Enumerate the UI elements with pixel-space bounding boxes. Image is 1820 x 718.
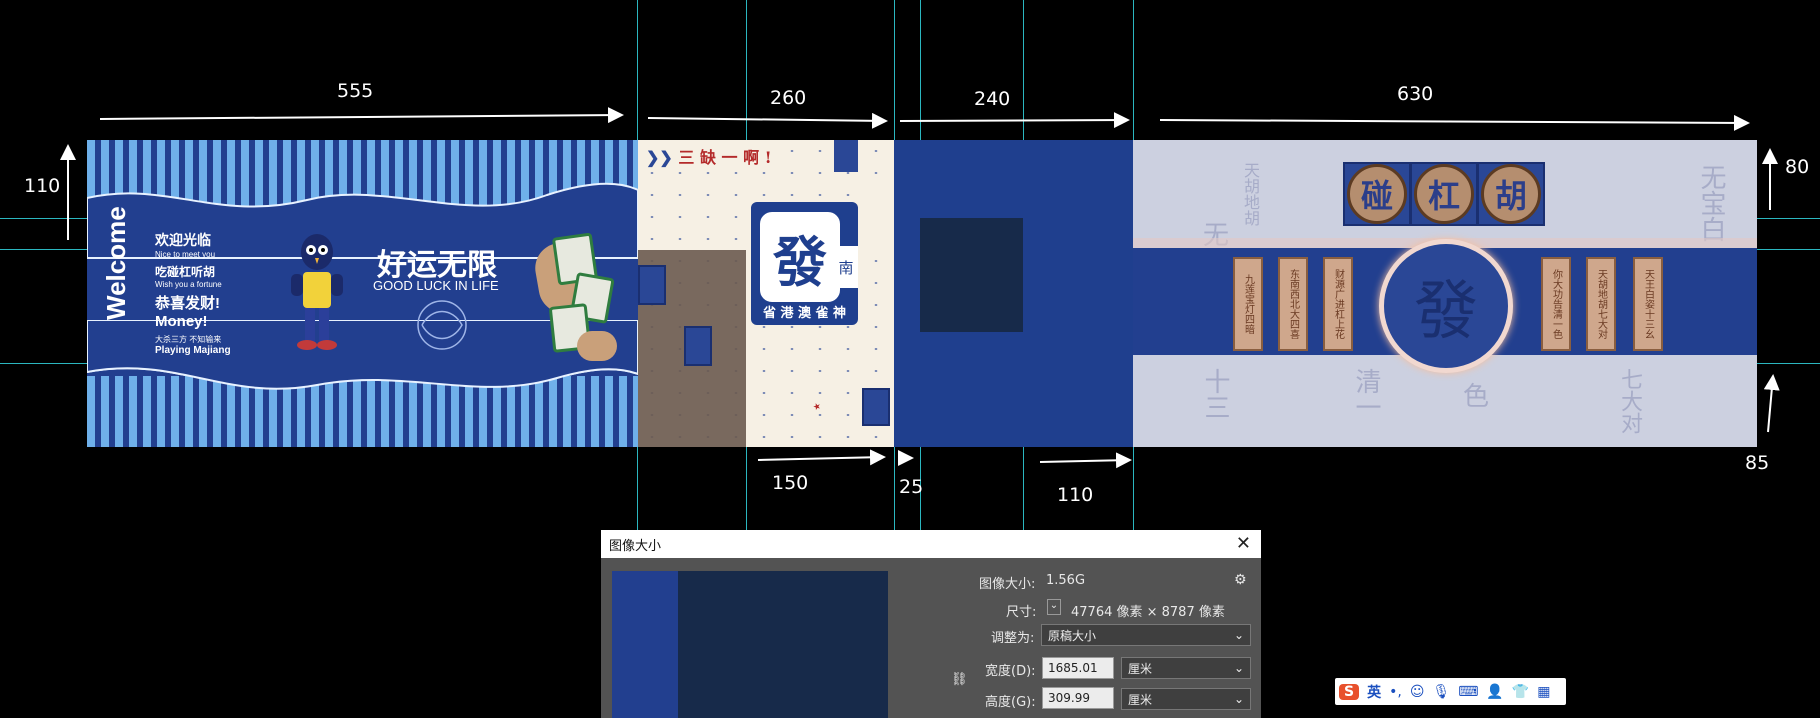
- fit-label: 调整为:: [991, 631, 1035, 646]
- height-label: 高度(G):: [985, 695, 1036, 710]
- slip-right-3: 天王白姿十三幺: [1633, 257, 1663, 351]
- dialog-titlebar: 图像大小 ✕: [601, 530, 1261, 558]
- tile-block: [834, 140, 858, 172]
- slogan-subtitle: GOOD LUCK IN LIFE: [373, 278, 499, 293]
- tagline-bottom: 省 港 澳 雀 神: [762, 306, 847, 321]
- dim-label-right-top: 80: [1785, 156, 1810, 178]
- mahjong-tiles-icon: [531, 232, 627, 365]
- tile-gap: [863, 193, 894, 253]
- slip-left-2: 东南西北大四喜: [1278, 257, 1308, 351]
- banner-panel-fa[interactable]: ❯❯ 三 缺 一 啊 ! 發 南 省 港 澳 雀 神 ★: [638, 140, 894, 447]
- dim-label-top-2: 260: [770, 87, 807, 109]
- greeting-line-1: 欢迎光临: [155, 232, 211, 248]
- dims-value: 47764 像素 × 8787 像素: [1071, 605, 1225, 620]
- greeting-line-1-en: Nice to meet you: [155, 250, 216, 259]
- fit-select[interactable]: 原稿大小 ⌄: [1041, 624, 1251, 646]
- size-value: 1.56G: [1046, 573, 1086, 588]
- ime-logo-icon[interactable]: S: [1339, 683, 1360, 700]
- tile-block: [862, 388, 890, 426]
- greeting-line-3-en: Money!: [155, 313, 208, 330]
- close-icon[interactable]: ✕: [1236, 533, 1251, 554]
- tile-block: [684, 326, 712, 366]
- chevron-down-icon: ⌄: [1233, 661, 1244, 675]
- image-size-dialog[interactable]: 图像大小 ✕ 图像大小: 1.56G ⚙ 尺寸: ⌄ 47764 像素 × 87…: [601, 530, 1261, 718]
- coin-hu: 胡: [1481, 164, 1541, 224]
- banner-panel-plain[interactable]: [894, 140, 1133, 447]
- banner-panel-peng-gang-hu[interactable]: 天胡地胡 无 无宝白 十三 清一 色 七大对 碰 杠 胡 發 九莲宝灯四暗 东南…: [1133, 140, 1757, 447]
- slip-left-3: 财源广进杠上花: [1323, 257, 1353, 351]
- tagline-top-text: 三 缺 一 啊 !: [678, 148, 772, 167]
- dim-label-left: 110: [24, 175, 61, 197]
- ghost-text: 天胡地胡: [1241, 162, 1260, 226]
- slip-right-1: 你大功告清一色: [1541, 257, 1571, 351]
- dims-label: 尺寸:: [1006, 605, 1037, 620]
- dim-label-bottom-3: 110: [1057, 484, 1094, 506]
- height-unit-select[interactable]: 厘米 ⌄: [1121, 688, 1251, 710]
- greeting-block: 欢迎光临 Nice to meet you 吃碰杠听胡 Wish you a f…: [155, 230, 265, 356]
- width-unit-value: 厘米: [1128, 661, 1153, 676]
- greeting-line-4-en: Playing Majiang: [155, 345, 231, 356]
- width-unit-select[interactable]: 厘米 ⌄: [1121, 657, 1251, 679]
- greeting-line-2: 吃碰杠听胡: [155, 265, 216, 279]
- dark-region: [920, 218, 1023, 332]
- banner-panel-welcome[interactable]: Welcome 欢迎光临 Nice to meet you 吃碰杠听胡 Wish…: [87, 140, 638, 447]
- dialog-title: 图像大小: [609, 538, 662, 554]
- coin-peng: 碰: [1347, 164, 1407, 224]
- width-label: 宽度(D):: [985, 664, 1036, 679]
- coin-tile-hu: 胡: [1477, 162, 1545, 226]
- fit-select-value: 原稿大小: [1048, 628, 1097, 643]
- chevron-down-icon: ⌄: [1233, 692, 1244, 706]
- dim-label-top-4: 630: [1397, 83, 1434, 105]
- dim-label-top-1: 555: [337, 80, 374, 102]
- chevron-down-icon[interactable]: ⌄: [1047, 599, 1061, 615]
- width-input[interactable]: 1685.01: [1042, 657, 1114, 679]
- mascot-bird-icon: [291, 234, 343, 350]
- punctuation-icon[interactable]: •,: [1389, 684, 1402, 700]
- height-input[interactable]: 309.99: [1042, 687, 1114, 709]
- microphone-icon[interactable]: 🎙: [1432, 684, 1450, 700]
- size-label: 图像大小:: [979, 577, 1036, 592]
- ghost-text: 无宝白: [1696, 164, 1726, 242]
- ghost-text: 十三: [1200, 368, 1230, 420]
- side-character: 南: [834, 246, 858, 288]
- tile-block: [638, 265, 666, 305]
- slip-right-2: 天胡地胡七大对: [1586, 257, 1616, 351]
- user-icon[interactable]: 👤: [1486, 684, 1503, 700]
- welcome-text: Welcome: [101, 206, 131, 320]
- fa-medallion: 發: [1379, 239, 1513, 373]
- link-chain-icon[interactable]: ⛓: [951, 672, 968, 687]
- ime-lang-toggle[interactable]: 英: [1367, 682, 1381, 702]
- ghost-text: 清一: [1351, 368, 1381, 420]
- ghost-text: 七大对: [1617, 368, 1642, 434]
- preview-thumbnail: [612, 571, 888, 718]
- chevron-down-icon: ⌄: [1233, 628, 1244, 642]
- emoji-icon[interactable]: ☺: [1410, 684, 1425, 700]
- ime-toolbar[interactable]: S 英 •, ☺ 🎙 ⌨ 👤 👕 ▦: [1335, 678, 1566, 705]
- greeting-line-3: 恭喜发财!: [155, 295, 220, 312]
- height-unit-value: 厘米: [1128, 692, 1153, 707]
- coin-gang: 杠: [1414, 164, 1474, 224]
- fa-character: 發: [758, 210, 842, 304]
- slip-left-1: 九莲宝灯四暗: [1233, 257, 1263, 351]
- dim-label-right-bottom: 85: [1745, 452, 1770, 474]
- ghost-text: 色: [1463, 382, 1490, 412]
- dragon-pattern-icon: [417, 300, 467, 350]
- dim-label-top-3: 240: [974, 88, 1011, 110]
- keyboard-icon[interactable]: ⌨: [1458, 684, 1478, 700]
- greeting-line-4: 大杀三方 不知输来: [155, 335, 222, 344]
- settings-gear-icon[interactable]: ⚙: [1234, 572, 1247, 588]
- skin-icon[interactable]: 👕: [1512, 684, 1529, 700]
- dim-label-bottom-2: 25: [899, 476, 924, 498]
- coin-tile-gang: 杠: [1410, 162, 1478, 226]
- coin-tile-peng: 碰: [1343, 162, 1411, 226]
- dim-label-bottom-1: 150: [772, 472, 809, 494]
- greeting-line-2-en: Wish you a fortune: [155, 280, 222, 289]
- grid-icon[interactable]: ▦: [1537, 684, 1550, 700]
- tagline-top: ❯❯ 三 缺 一 啊 !: [646, 144, 772, 168]
